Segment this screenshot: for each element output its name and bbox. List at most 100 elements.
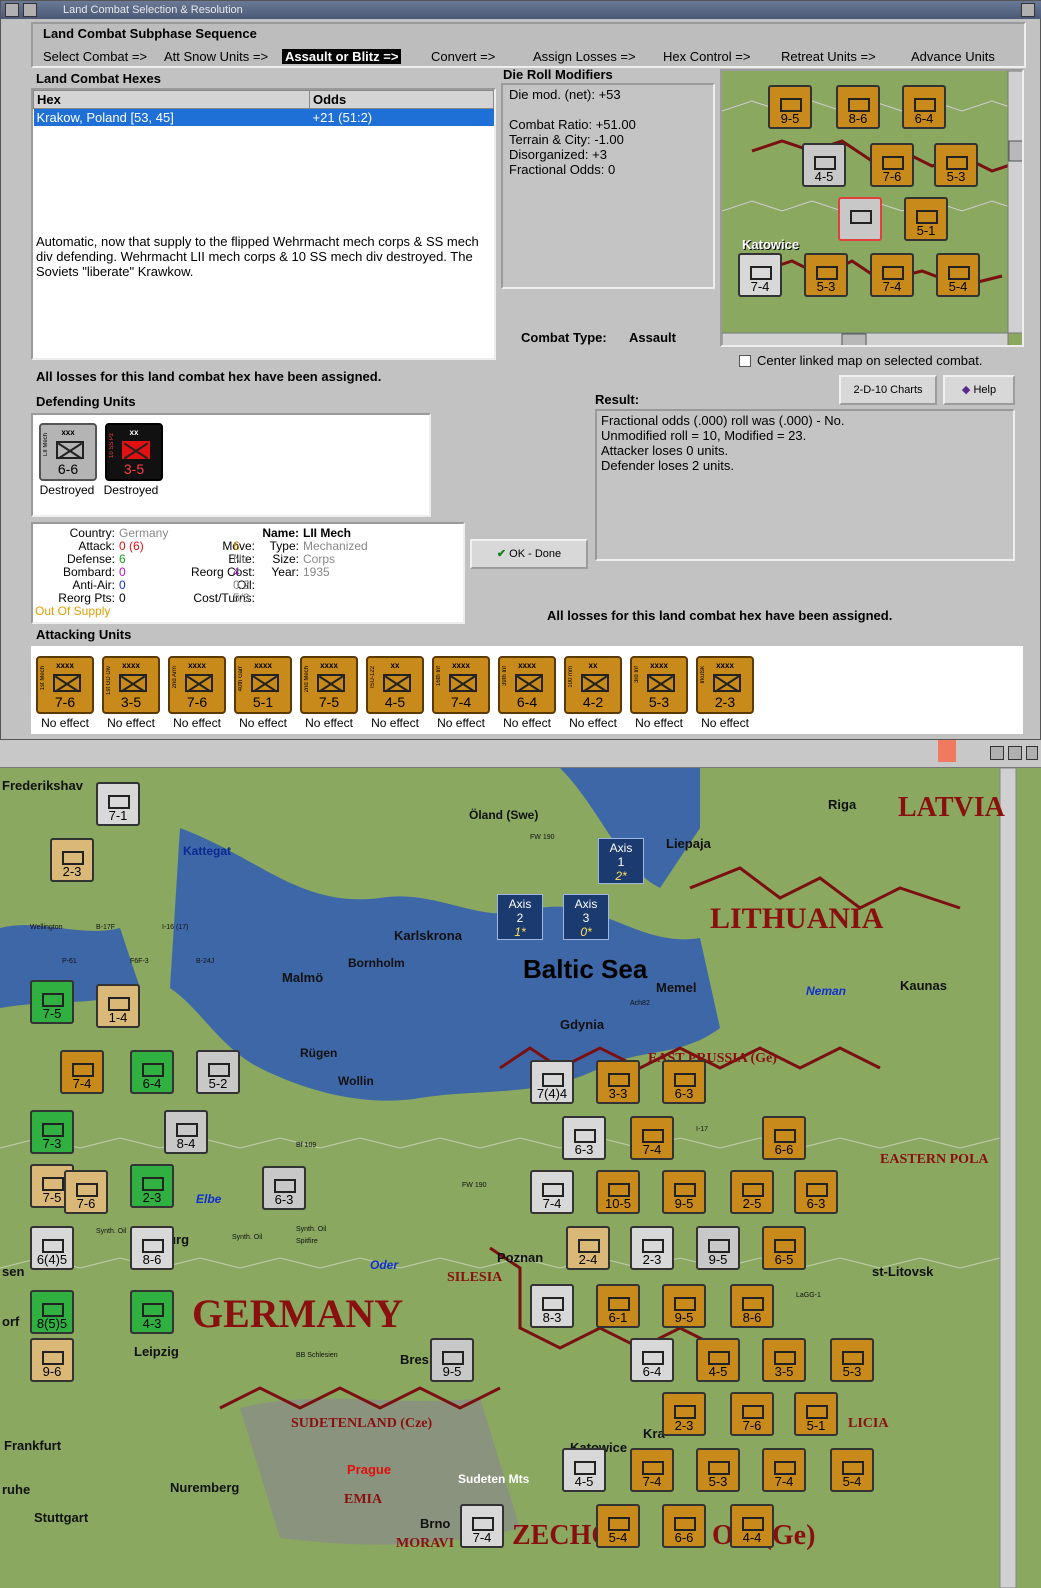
odds-column-header[interactable]: Odds [309,90,494,109]
minimap-unit[interactable]: 4-5 [802,143,846,187]
map-unit[interactable]: 6(4)5 [30,1226,74,1270]
hex-column-header[interactable]: Hex [33,90,310,109]
map-unit[interactable]: 3-5 [762,1338,806,1382]
close-icon[interactable] [1021,3,1035,17]
map-unit[interactable]: 5-4 [830,1448,874,1492]
step-retreat-units[interactable]: Retreat Units => [781,49,876,64]
attacker-unit[interactable]: xx 100 mm 4-2 [564,656,622,714]
map-unit[interactable]: 7-1 [96,782,140,826]
attacker-unit[interactable]: xxxx 2nd Mech 7-5 [300,656,358,714]
map-unit[interactable]: 9-5 [430,1338,474,1382]
map-close-icon[interactable] [1026,746,1038,760]
map-unit[interactable]: 6-4 [130,1050,174,1094]
map-unit[interactable]: 4-5 [562,1448,606,1492]
step-convert[interactable]: Convert => [431,49,495,64]
map-unit[interactable]: 2-3 [130,1164,174,1208]
system-menu-icon[interactable] [5,3,19,17]
attacker-unit[interactable]: xxxx Irkutsk 2-3 [696,656,754,714]
step-assign-losses[interactable]: Assign Losses => [533,49,636,64]
minimap-selected-combat[interactable] [838,197,882,241]
step-att-snow-units[interactable]: Att Snow Units => [164,49,268,64]
title-bar[interactable]: Land Combat Selection & Resolution [1,1,1041,19]
map-unit[interactable]: 8(5)5 [30,1290,74,1334]
map-unit[interactable]: 4-3 [130,1290,174,1334]
map-unit[interactable]: 6-3 [794,1170,838,1214]
map-scrollbar[interactable] [999,768,1017,1588]
map-unit[interactable]: 7-5 [30,980,74,1024]
center-map-checkbox[interactable] [739,355,751,367]
map-unit[interactable]: 9-5 [662,1284,706,1328]
map-unit[interactable]: 8-4 [164,1110,208,1154]
map-unit[interactable]: 7(4)4 [530,1060,574,1104]
map-unit[interactable]: 6-3 [562,1116,606,1160]
map-unit[interactable]: 6-4 [630,1338,674,1382]
attacker-unit[interactable]: xxxx 39th Inf 6-4 [498,656,556,714]
map-unit[interactable]: 8-6 [730,1284,774,1328]
map-unit[interactable]: 7-4 [460,1504,504,1548]
attacker-unit[interactable]: xxxx 1st GD Div 3-5 [102,656,160,714]
map-unit[interactable]: 7-4 [60,1050,104,1094]
minimap-unit[interactable]: 5-4 [936,253,980,297]
minimap-unit[interactable]: 5-1 [904,197,948,241]
map-unit[interactable]: 7-6 [730,1392,774,1436]
help-button[interactable]: ◆ Help [943,375,1015,405]
map-unit[interactable]: 2-5 [730,1170,774,1214]
axis-box-1[interactable]: Axis 1 2* [598,838,644,884]
minimap-unit[interactable]: 5-3 [804,253,848,297]
map-unit[interactable]: 6-6 [762,1116,806,1160]
main-map[interactable]: Baltic Sea GERMANY LITHUANIA LATVIA SILE… [0,740,1041,1588]
attacker-unit[interactable]: xxxx 1st Mech 7-6 [36,656,94,714]
step-advance-units[interactable]: Advance Units [911,49,995,64]
map-unit[interactable]: 4-5 [696,1338,740,1382]
map-unit[interactable]: 9-5 [696,1226,740,1270]
map-unit[interactable]: 7-6 [64,1170,108,1214]
map-unit[interactable]: 8-6 [130,1226,174,1270]
map-unit[interactable]: 7-4 [530,1170,574,1214]
minimap[interactable]: 9-5 8-6 6-4 4-5 7-6 5-3 5-1 7-4 5-3 7-4 … [720,69,1024,347]
attacker-unit[interactable]: xxxx 2nd Arm 7-6 [168,656,226,714]
map-unit[interactable]: 5-3 [696,1448,740,1492]
map-unit[interactable]: 8-3 [530,1284,574,1328]
map-unit[interactable]: 7-3 [30,1110,74,1154]
map-unit[interactable]: 7-4 [762,1448,806,1492]
minimap-unit[interactable]: 9-5 [768,85,812,129]
map-unit[interactable]: 7-4 [630,1448,674,1492]
minimap-unit[interactable]: 7-4 [738,253,782,297]
charts-button[interactable]: 2-D-10 Charts [839,375,937,405]
minimap-unit[interactable]: 7-6 [870,143,914,187]
map-unit[interactable]: 10-5 [596,1170,640,1214]
map-unit[interactable]: 9-5 [662,1170,706,1214]
map-unit[interactable]: 4-4 [730,1504,774,1548]
center-map-label[interactable]: Center linked map on selected combat. [757,353,982,368]
map-unit[interactable]: 6-6 [662,1504,706,1548]
map-unit[interactable]: 1-4 [96,984,140,1028]
map-unit[interactable]: 6-3 [662,1060,706,1104]
minimap-unit[interactable]: 5-3 [934,143,978,187]
minimap-unit[interactable]: 6-4 [902,85,946,129]
restore-icon[interactable] [23,3,37,17]
step-select-combat[interactable]: Select Combat => [43,49,147,64]
map-unit[interactable]: 7-4 [630,1116,674,1160]
table-row[interactable]: Krakow, Poland [53, 45] +21 (51:2) [33,108,494,126]
attacker-unit[interactable]: xxxx 40th Garr 5-1 [234,656,292,714]
map-unit[interactable]: 5-4 [596,1504,640,1548]
attacker-unit[interactable]: xx ISU-122 4-5 [366,656,424,714]
step-assault-or-blitz[interactable]: Assault or Blitz => [282,49,402,64]
map-unit[interactable]: 2-3 [50,838,94,882]
minimap-unit[interactable]: 7-4 [870,253,914,297]
map-unit[interactable]: 6-5 [762,1226,806,1270]
map-unit[interactable]: 6-1 [596,1284,640,1328]
ok-done-button[interactable]: ✔ OK - Done [470,539,588,569]
minimap-unit[interactable]: 8-6 [836,85,880,129]
map-unit[interactable]: 9-6 [30,1338,74,1382]
map-unit[interactable]: 2-4 [566,1226,610,1270]
axis-box-2[interactable]: Axis 2 1* [497,894,543,940]
map-restore-icon[interactable] [1008,746,1022,760]
map-unit[interactable]: 5-1 [794,1392,838,1436]
map-minimize-icon[interactable] [990,746,1004,760]
attacker-unit[interactable]: xxxx 16th Inf 7-4 [432,656,490,714]
defender-unit-lii-mech[interactable]: xxx LII Mech 6-6 [39,423,97,481]
attacker-unit[interactable]: xxxx 3rd Inf 5-3 [630,656,688,714]
map-unit[interactable]: 6-3 [262,1166,306,1210]
map-unit[interactable]: 3-3 [596,1060,640,1104]
